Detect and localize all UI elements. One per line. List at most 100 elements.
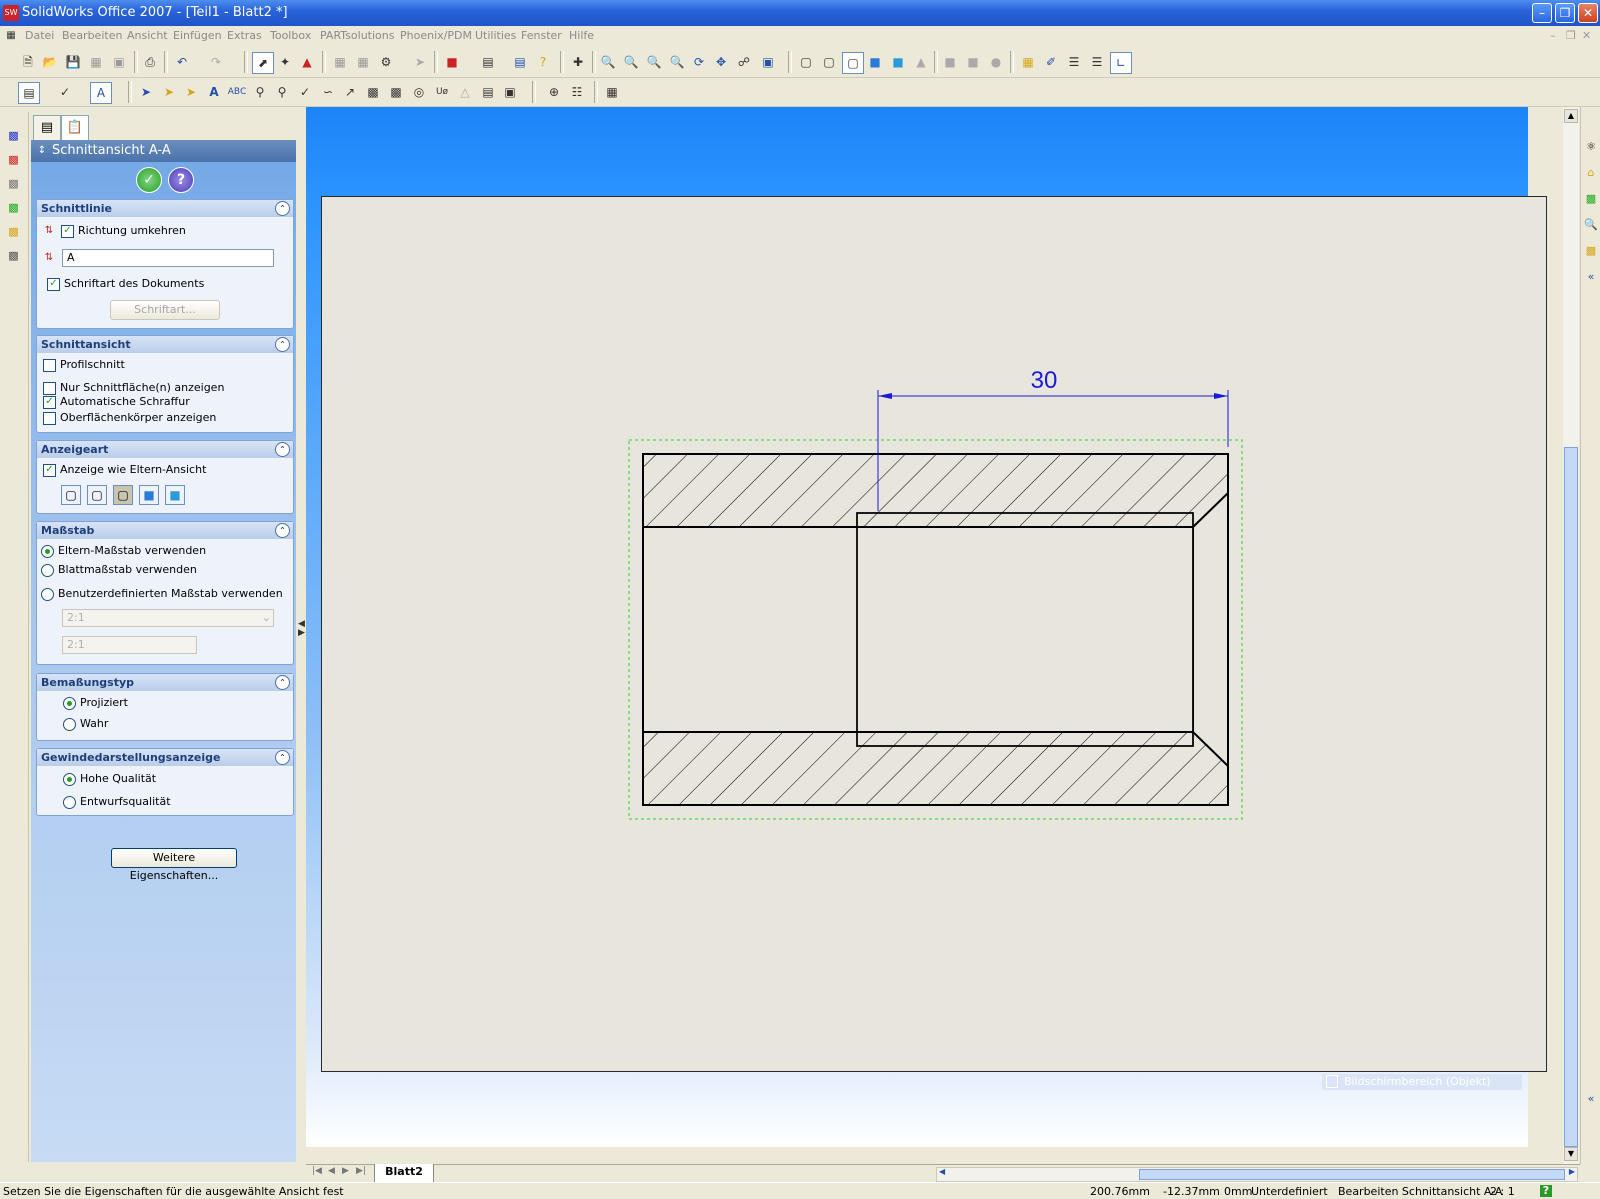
window-layout-icon[interactable]: ▤ xyxy=(478,52,498,72)
radio-projiziert[interactable]: Projiziert xyxy=(63,696,128,710)
note-icon[interactable]: A xyxy=(204,82,224,102)
group-bemassungstyp-header[interactable]: Bemaßungstyp ⌃ xyxy=(37,674,293,691)
wireframe-icon[interactable]: ▢ xyxy=(796,52,816,72)
balloon-icon[interactable]: ⚲ xyxy=(250,82,270,102)
shaded-edges-icon[interactable]: ■ xyxy=(139,485,159,505)
section-view-drawing[interactable]: 30 xyxy=(322,197,1546,1071)
checkbox-richtung-umkehren[interactable]: ✓ Richtung umkehren xyxy=(61,224,186,238)
perspective-icon[interactable]: ■ xyxy=(940,52,960,72)
dimension-value[interactable]: 30 xyxy=(1031,367,1058,394)
datum-target-icon[interactable]: ◎ xyxy=(409,82,429,102)
geometric-tolerance-icon[interactable]: ▩ xyxy=(363,82,383,102)
mdi-restore-icon[interactable]: ❐ xyxy=(1566,29,1576,42)
scroll-right-arrow[interactable]: ▶ xyxy=(1569,1167,1575,1176)
shaded-edges-icon[interactable]: ■ xyxy=(865,52,885,72)
radio-wahr[interactable]: Wahr xyxy=(63,717,108,731)
menu-extras[interactable]: Extras xyxy=(227,29,262,42)
mdi-minimize-icon[interactable]: – xyxy=(1550,29,1556,42)
group-schnittlinie-header[interactable]: Schnittlinie ⌃ xyxy=(37,200,293,217)
select-pointer-icon[interactable]: ⬈ xyxy=(252,52,274,74)
pan-icon[interactable]: ✥ xyxy=(711,52,731,72)
collapse-icon[interactable]: ⌃ xyxy=(275,750,290,765)
rotate-view-icon[interactable]: ⟳ xyxy=(689,52,709,72)
menu-ansicht[interactable]: Ansicht xyxy=(127,29,168,42)
feature-manager-tab[interactable]: ▤ xyxy=(33,115,61,140)
design-library-icon[interactable]: ▩ xyxy=(1583,191,1599,207)
line-color-icon[interactable]: ✐ xyxy=(1041,52,1061,72)
new-document-icon[interactable]: 🗎 xyxy=(18,52,38,72)
checkbox-checked[interactable]: ✓ xyxy=(43,463,56,477)
checkbox-checked[interactable]: ✓ xyxy=(61,224,74,238)
view-orientation-icon[interactable]: ▣ xyxy=(758,52,778,72)
hidden-lines-visible-icon[interactable]: ▢ xyxy=(87,485,107,505)
sheet-tab-blatt2[interactable]: Blatt2 xyxy=(374,1164,434,1183)
drawing-sheet[interactable]: 30 xyxy=(321,196,1547,1072)
close-button[interactable]: ✕ xyxy=(1578,3,1598,23)
menu-phoenix-pdm[interactable]: Phoenix/PDM xyxy=(400,29,472,42)
group-anzeigeart-header[interactable]: Anzeigeart ⌃ xyxy=(37,441,293,458)
checkbox-oberflaechenkoerper[interactable]: Oberflächenkörper anzeigen xyxy=(43,411,216,425)
collapse-icon[interactable]: ⌃ xyxy=(275,337,290,352)
zoom-in-out-icon[interactable]: 🔍 xyxy=(644,52,664,72)
first-sheet-icon[interactable]: |◀ xyxy=(312,1166,322,1176)
radio-entwurfsqualitaet[interactable]: Entwurfsqualität xyxy=(63,795,171,809)
checkbox-anzeige-eltern[interactable]: ✓ Anzeige wie Eltern-Ansicht xyxy=(43,463,206,477)
quick-tips-help-icon[interactable]: ? xyxy=(1540,1185,1552,1197)
last-sheet-icon[interactable]: ▶| xyxy=(356,1166,366,1176)
properties-icon[interactable]: ▤ xyxy=(510,52,530,72)
minimize-button[interactable]: – xyxy=(1532,3,1552,23)
radio-blatt-massstab[interactable]: Blattmaßstab verwenden xyxy=(41,563,197,577)
line-style-icon[interactable]: ☰ xyxy=(1087,52,1107,72)
scroll-down-arrow[interactable]: ▼ xyxy=(1564,1147,1578,1161)
select-other-icon[interactable]: ✦ xyxy=(275,52,295,72)
model-items-icon[interactable]: ➤ xyxy=(159,82,179,102)
view-palette-icon[interactable]: ▩ xyxy=(1583,243,1599,259)
menu-einfuegen[interactable]: Einfügen xyxy=(173,29,222,42)
hole-callout-icon[interactable]: ↗ xyxy=(340,82,360,102)
design-library-icon[interactable]: ▩ xyxy=(5,152,22,168)
checkbox-nur-schnittflaechen[interactable]: Nur Schnittfläche(n) anzeigen xyxy=(43,381,224,395)
open-folder-icon[interactable]: 📂 xyxy=(40,52,60,72)
line-thickness-icon[interactable]: ☰ xyxy=(1064,52,1084,72)
scroll-left-arrow[interactable]: ◀ xyxy=(939,1167,945,1176)
hidden-lines-removed-icon[interactable]: ▢ xyxy=(113,485,133,505)
menu-bearbeiten[interactable]: Bearbeiten xyxy=(62,29,122,42)
menu-hilfe[interactable]: Hilfe xyxy=(569,29,594,42)
radio-eltern-massstab[interactable]: Eltern-Maßstab verwenden xyxy=(41,544,206,558)
autoballoon-icon[interactable]: ➤ xyxy=(181,82,201,102)
weitere-eigenschaften-button[interactable]: Weitere Eigenschaften... xyxy=(111,848,237,882)
expand-pane-icon[interactable]: « xyxy=(1583,269,1599,285)
redo-icon[interactable]: ↷ xyxy=(206,52,226,72)
make-drawing-icon[interactable]: ▦ xyxy=(86,52,106,72)
help-tool-icon[interactable]: ? xyxy=(533,52,553,72)
weld-symbol-icon[interactable]: ∽ xyxy=(318,82,338,102)
collapse-icon[interactable]: ⌃ xyxy=(275,523,290,538)
realview-icon[interactable]: ● xyxy=(986,52,1006,72)
make-assembly-icon[interactable]: ▣ xyxy=(109,52,129,72)
spell-check-icon[interactable]: ABC xyxy=(227,82,247,102)
checkbox-checked[interactable]: ✓ xyxy=(47,277,60,291)
collapse-icon[interactable]: ⌃ xyxy=(275,442,290,457)
datum-feature-icon[interactable]: ▩ xyxy=(386,82,406,102)
group-gewinde-header[interactable]: Gewindedarstellungsanzeige ⌃ xyxy=(37,749,293,766)
menu-utilities[interactable]: Utilities xyxy=(475,29,516,42)
help-button[interactable]: ? xyxy=(168,167,194,193)
previous-sheet-icon[interactable]: ◀ xyxy=(328,1166,335,1176)
save-icon[interactable]: 💾 xyxy=(63,52,83,72)
horizontal-scroll-thumb[interactable] xyxy=(1139,1169,1565,1180)
menu-toolbox[interactable]: Toolbox xyxy=(270,29,311,42)
checkbox-checked[interactable]: ✓ xyxy=(43,395,56,409)
collapse-pane-icon[interactable]: « xyxy=(1583,1091,1599,1107)
options-icon[interactable]: ⚙ xyxy=(376,52,396,72)
view-palette-icon[interactable]: ▩ xyxy=(5,176,22,192)
smart-dimension-icon[interactable]: ➤ xyxy=(136,82,156,102)
vertical-scrollbar[interactable]: ▲ ▼ xyxy=(1563,107,1579,1164)
next-sheet-icon[interactable]: ▶ xyxy=(342,1166,349,1176)
dimension-icon[interactable]: ✓ xyxy=(55,82,75,102)
grid-icon[interactable]: ▦ xyxy=(330,52,350,72)
drawing-view-icon[interactable]: ▤ xyxy=(18,82,40,104)
group-massstab-header[interactable]: Maßstab ⌃ xyxy=(37,522,293,539)
zoom-to-fit-icon[interactable]: 🔍 xyxy=(598,52,618,72)
search-icon[interactable]: 🔍 xyxy=(1583,217,1599,233)
cosmetic-thread-icon[interactable]: ☷ xyxy=(567,82,587,102)
